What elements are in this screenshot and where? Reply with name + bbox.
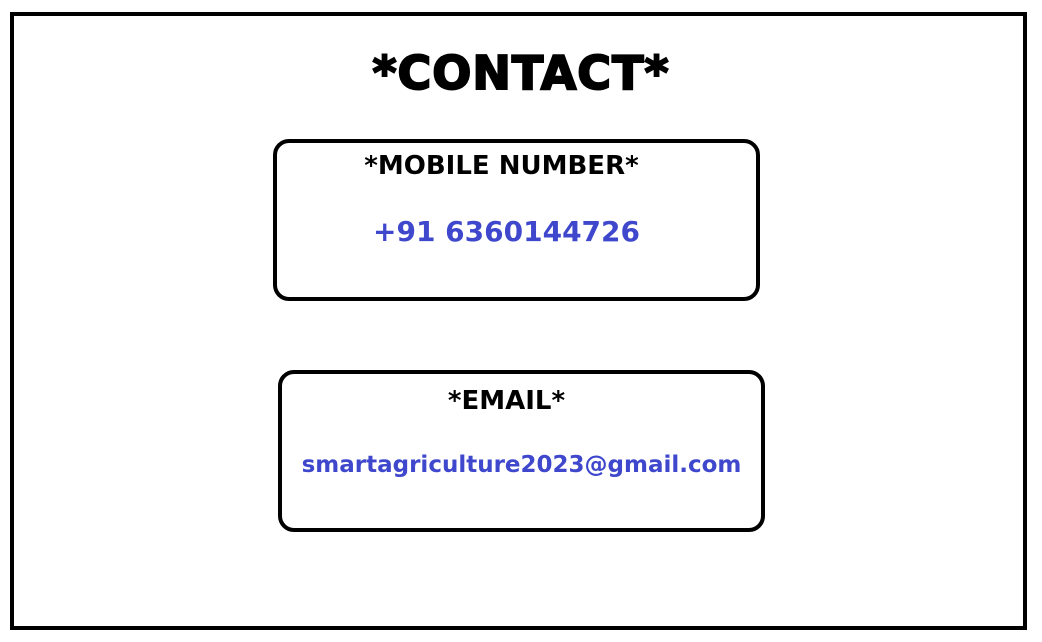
- email-address[interactable]: smartagriculture2023@gmail.com: [282, 452, 761, 478]
- mobile-number[interactable]: +91 6360144726: [257, 215, 756, 248]
- mobile-label: *MOBILE NUMBER*: [364, 151, 639, 181]
- email-card: *EMAIL* smartagriculture2023@gmail.com: [278, 370, 765, 532]
- email-label: *EMAIL*: [447, 386, 566, 416]
- mobile-card: *MOBILE NUMBER* +91 6360144726: [273, 139, 760, 301]
- contact-frame: [10, 12, 1027, 630]
- page-title: *CONTACT*: [371, 45, 670, 101]
